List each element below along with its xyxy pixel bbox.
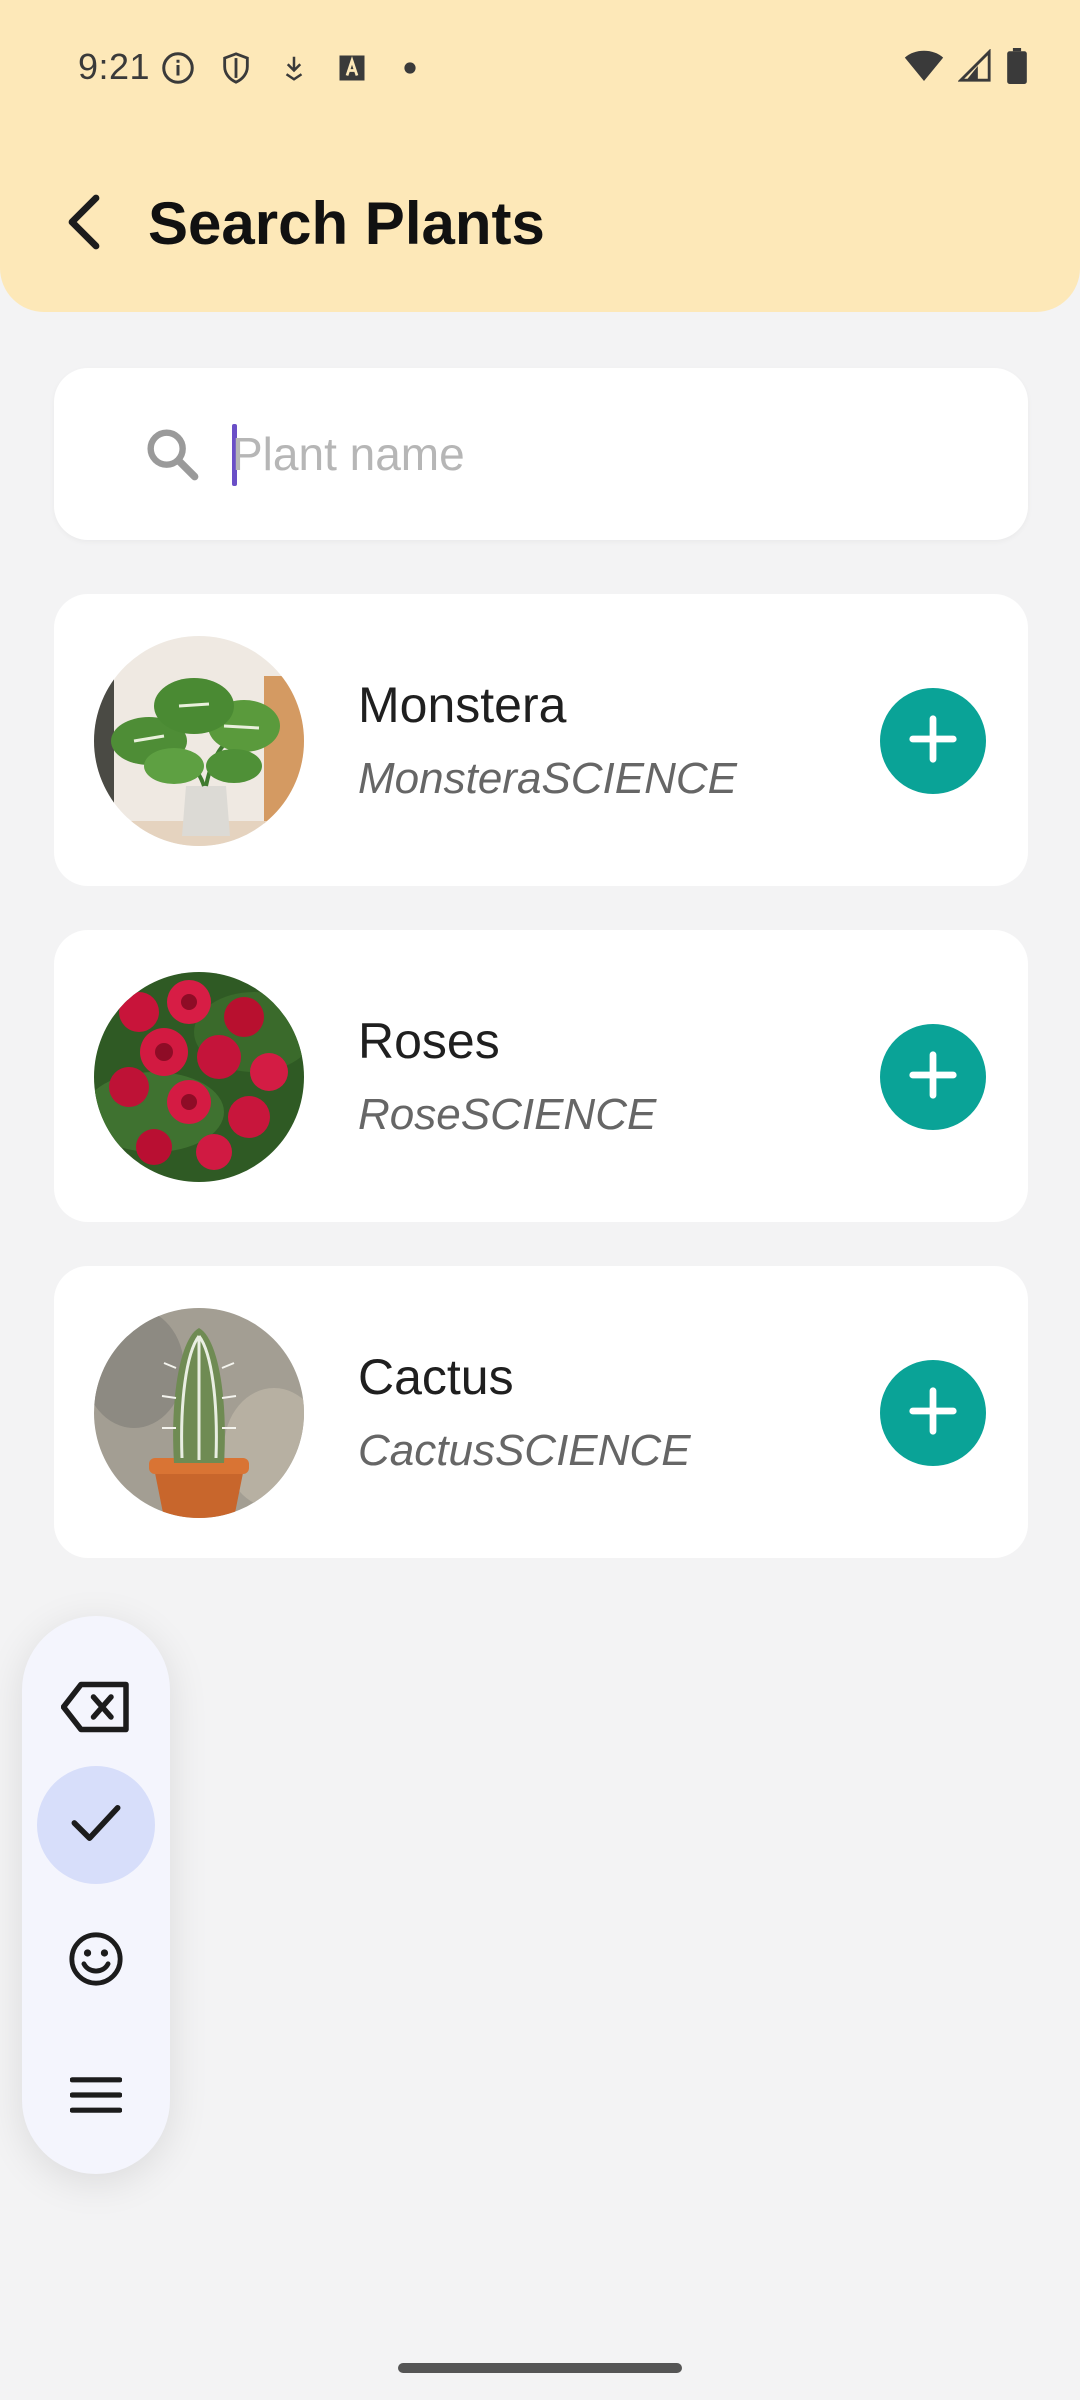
- plant-scientific-name: MonsteraSCIENCE: [358, 754, 738, 803]
- backspace-button[interactable]: [37, 1650, 155, 1768]
- search-bar[interactable]: [54, 368, 1028, 540]
- add-plant-button[interactable]: [880, 1360, 986, 1466]
- dot-icon: [392, 50, 428, 86]
- status-icons-right: [904, 48, 1028, 89]
- arrow-back-icon: [60, 192, 108, 257]
- backspace-icon: [60, 1681, 131, 1738]
- roses-photo: [94, 972, 304, 1182]
- status-icons-left: [160, 50, 428, 86]
- plus-icon: [906, 712, 960, 771]
- status-bar: 9:21: [0, 0, 1080, 136]
- plant-card[interactable]: Cactus CactusSCIENCE: [54, 1266, 1028, 1558]
- plant-name: Roses: [358, 1013, 500, 1069]
- plant-card[interactable]: Monstera MonsteraSCIENCE: [54, 594, 1028, 886]
- search-input[interactable]: [232, 416, 992, 492]
- keyboard-toolbar: [22, 1616, 170, 2174]
- signal-icon: [957, 48, 992, 88]
- emoji-button[interactable]: [37, 1902, 155, 2020]
- menu-button[interactable]: [37, 2038, 155, 2156]
- font-icon: [334, 50, 370, 86]
- status-time: 9:21: [78, 46, 151, 87]
- top-app-bar: 9:21 Search Plants: [0, 0, 1080, 312]
- back-button[interactable]: [46, 186, 122, 262]
- plant-name: Cactus: [358, 1349, 514, 1405]
- check-icon: [70, 1803, 122, 1848]
- info-icon: [160, 50, 196, 86]
- battery-icon: [1006, 48, 1028, 89]
- menu-icon: [69, 2075, 123, 2120]
- download-icon: [276, 50, 312, 86]
- wifi-icon: [904, 49, 944, 88]
- plant-scientific-name: RoseSCIENCE: [358, 1090, 657, 1139]
- shield-icon: [218, 50, 254, 86]
- plant-name: Monstera: [358, 677, 567, 733]
- plus-icon: [906, 1384, 960, 1443]
- cactus-photo: [94, 1308, 304, 1518]
- emoji-icon: [67, 1930, 125, 1993]
- check-button[interactable]: [37, 1766, 155, 1884]
- search-icon: [140, 422, 204, 486]
- home-indicator[interactable]: [398, 2363, 682, 2373]
- monstera-plant-photo: [94, 636, 304, 846]
- page-title: Search Plants: [148, 190, 545, 257]
- plus-icon: [906, 1048, 960, 1107]
- add-plant-button[interactable]: [880, 688, 986, 794]
- plant-card[interactable]: Roses RoseSCIENCE: [54, 930, 1028, 1222]
- add-plant-button[interactable]: [880, 1024, 986, 1130]
- plant-scientific-name: CactusSCIENCE: [358, 1426, 691, 1475]
